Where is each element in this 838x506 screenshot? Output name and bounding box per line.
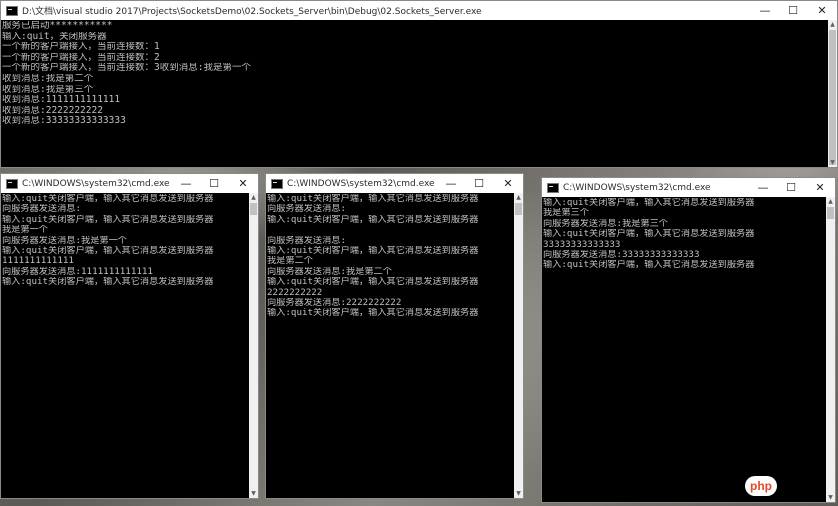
- console-output[interactable]: 输入:quit关闭客户端，输入其它消息发送到服务器 向服务器发送消息: 输入:qui…: [266, 193, 514, 498]
- console-line: 输入:quit关闭客户端，输入其它消息发送到服务器: [2, 246, 214, 257]
- console-line: 向服务器发送消息:: [267, 235, 347, 246]
- console-line: 输入:quit关闭客户端，输入其它消息发送到服务器: [267, 194, 479, 204]
- window-title: C:\WINDOWS\system32\cmd.exe: [563, 182, 711, 193]
- console-line: 收到消息:1111111111111: [2, 95, 121, 106]
- title-bar[interactable]: C:\WINDOWS\system32\cmd.exe — ☐ ✕: [266, 174, 523, 193]
- console-line: 向服务器发送消息:我是第三个: [543, 218, 668, 229]
- console-line: 收到消息:2222222222: [2, 105, 103, 116]
- console-line: 一个新的客户端接入，当前连接数：2: [2, 52, 160, 63]
- console-line: 向服务器发送消息:2222222222: [267, 298, 402, 309]
- console-line: 2222222222: [267, 287, 323, 298]
- title-bar[interactable]: C:\WINDOWS\system32\cmd.exe — ☐ ✕: [542, 178, 835, 197]
- scrollbar-thumb[interactable]: [250, 203, 257, 215]
- maximize-button[interactable]: ☐: [200, 174, 228, 193]
- console-line: 输入:quit关闭客户端，输入其它消息发送到服务器: [2, 277, 214, 288]
- scroll-up-arrow-icon[interactable]: ▲: [249, 193, 258, 202]
- console-output[interactable]: 输入:quit关闭客户端，输入其它消息发送到服务器 向服务器发送消息: 输入:qui…: [1, 193, 249, 498]
- console-line: 收到消息:我是第二个: [2, 73, 94, 84]
- console-line: 向服务器发送消息:1111111111111: [2, 266, 153, 277]
- console-line: 输入:quit关闭客户端，输入其它消息发送到服务器: [267, 246, 479, 257]
- scroll-down-arrow-icon[interactable]: ▼: [826, 493, 835, 502]
- console-line: 我是第三个: [543, 208, 589, 219]
- close-button[interactable]: ✕: [493, 174, 523, 193]
- console-line: 收到消息:我是第三个: [2, 84, 94, 95]
- window-title: D:\文档\visual studio 2017\Projects\Socket…: [22, 7, 482, 17]
- vertical-scrollbar[interactable]: ▲ ▼: [249, 193, 258, 498]
- console-line: 我是第二个: [267, 256, 313, 267]
- console-line: 输入:quit关闭客户端，输入其它消息发送到服务器: [267, 308, 479, 319]
- client-console-window-3[interactable]: C:\WINDOWS\system32\cmd.exe — ☐ ✕ 输入:qui…: [541, 177, 836, 503]
- console-line: 向服务器发送消息:33333333333333: [543, 250, 700, 261]
- title-bar[interactable]: D:\文档\visual studio 2017\Projects\Socket…: [1, 1, 837, 20]
- console-line: 1111111111111: [2, 256, 74, 267]
- cmd-app-icon: [271, 178, 283, 189]
- console-line: 输入:quit，关闭服务器: [2, 31, 107, 42]
- scrollbar-thumb[interactable]: [829, 30, 836, 165]
- scrollbar-thumb[interactable]: [515, 203, 522, 215]
- console-line: 输入:quit关闭客户端，输入其它消息发送到服务器: [2, 214, 214, 225]
- console-line: 向服务器发送消息:我是第一个: [2, 235, 127, 246]
- client-console-window-1[interactable]: C:\WINDOWS\system32\cmd.exe — ☐ ✕ 输入:qui…: [0, 173, 259, 499]
- minimize-button[interactable]: —: [749, 178, 777, 197]
- console-line: 向服务器发送消息:: [2, 204, 82, 215]
- console-line: 一个新的客户端接入，当前连接数：3收到消息:我是第一个: [2, 63, 251, 74]
- close-button[interactable]: ✕: [807, 1, 837, 20]
- vertical-scrollbar[interactable]: ▲ ▼: [514, 193, 523, 498]
- cmd-app-icon: [6, 178, 18, 189]
- client-console-window-2[interactable]: C:\WINDOWS\system32\cmd.exe — ☐ ✕ 输入:qui…: [265, 173, 524, 499]
- console-app-icon: [6, 5, 18, 16]
- scrollbar-thumb[interactable]: [827, 207, 834, 219]
- scroll-down-arrow-icon[interactable]: ▼: [514, 489, 523, 498]
- console-line: 输入:quit关闭客户端，输入其它消息发送到服务器: [2, 194, 214, 204]
- scroll-up-arrow-icon[interactable]: ▲: [826, 197, 835, 206]
- scroll-up-arrow-icon[interactable]: ▲: [514, 193, 523, 202]
- console-line: 输入:quit关闭客户端，输入其它消息发送到服务器: [267, 214, 479, 225]
- vertical-scrollbar[interactable]: ▲ ▼: [826, 197, 835, 502]
- console-line: 输入:quit关闭客户端，输入其它消息发送到服务器: [543, 260, 755, 271]
- console-line: 服务已启动***********: [2, 21, 113, 31]
- console-output[interactable]: 服务已启动*********** 输入:quit，关闭服务器 一个新的客户端接入，当…: [1, 20, 828, 167]
- console-line: 我是第一个: [2, 225, 48, 236]
- console-line: 输入:quit关闭客户端，输入其它消息发送到服务器: [267, 277, 479, 288]
- minimize-button[interactable]: —: [172, 174, 200, 193]
- minimize-button[interactable]: —: [437, 174, 465, 193]
- scroll-up-arrow-icon[interactable]: ▲: [828, 20, 837, 29]
- close-button[interactable]: ✕: [805, 178, 835, 197]
- window-title: C:\WINDOWS\system32\cmd.exe: [22, 178, 170, 189]
- close-button[interactable]: ✕: [228, 174, 258, 193]
- title-bar[interactable]: C:\WINDOWS\system32\cmd.exe — ☐ ✕: [1, 174, 258, 193]
- minimize-button[interactable]: —: [751, 1, 779, 20]
- scroll-down-arrow-icon[interactable]: ▼: [828, 158, 837, 167]
- maximize-button[interactable]: ☐: [465, 174, 493, 193]
- maximize-button[interactable]: ☐: [779, 1, 807, 20]
- console-line: 输入:quit关闭客户端，输入其它消息发送到服务器: [543, 229, 755, 240]
- console-line: 一个新的客户端接入，当前连接数：1: [2, 42, 160, 53]
- server-console-window[interactable]: D:\文档\visual studio 2017\Projects\Socket…: [0, 0, 838, 168]
- cmd-app-icon: [547, 182, 559, 193]
- console-line: 收到消息:33333333333333: [2, 116, 126, 127]
- scroll-down-arrow-icon[interactable]: ▼: [249, 489, 258, 498]
- console-output[interactable]: 输入:quit关闭客户端，输入其它消息发送到服务器 我是第三个 向服务器发送消息:我…: [542, 197, 826, 502]
- console-line: 33333333333333: [543, 239, 621, 250]
- console-line: 输入:quit关闭客户端，输入其它消息发送到服务器: [543, 198, 755, 208]
- window-title: C:\WINDOWS\system32\cmd.exe: [287, 178, 435, 189]
- php-watermark-logo: php: [745, 476, 777, 496]
- maximize-button[interactable]: ☐: [777, 178, 805, 197]
- console-line: 向服务器发送消息:: [267, 204, 347, 215]
- vertical-scrollbar[interactable]: ▲ ▼: [828, 20, 837, 167]
- console-line: 向服务器发送消息:我是第二个: [267, 266, 392, 277]
